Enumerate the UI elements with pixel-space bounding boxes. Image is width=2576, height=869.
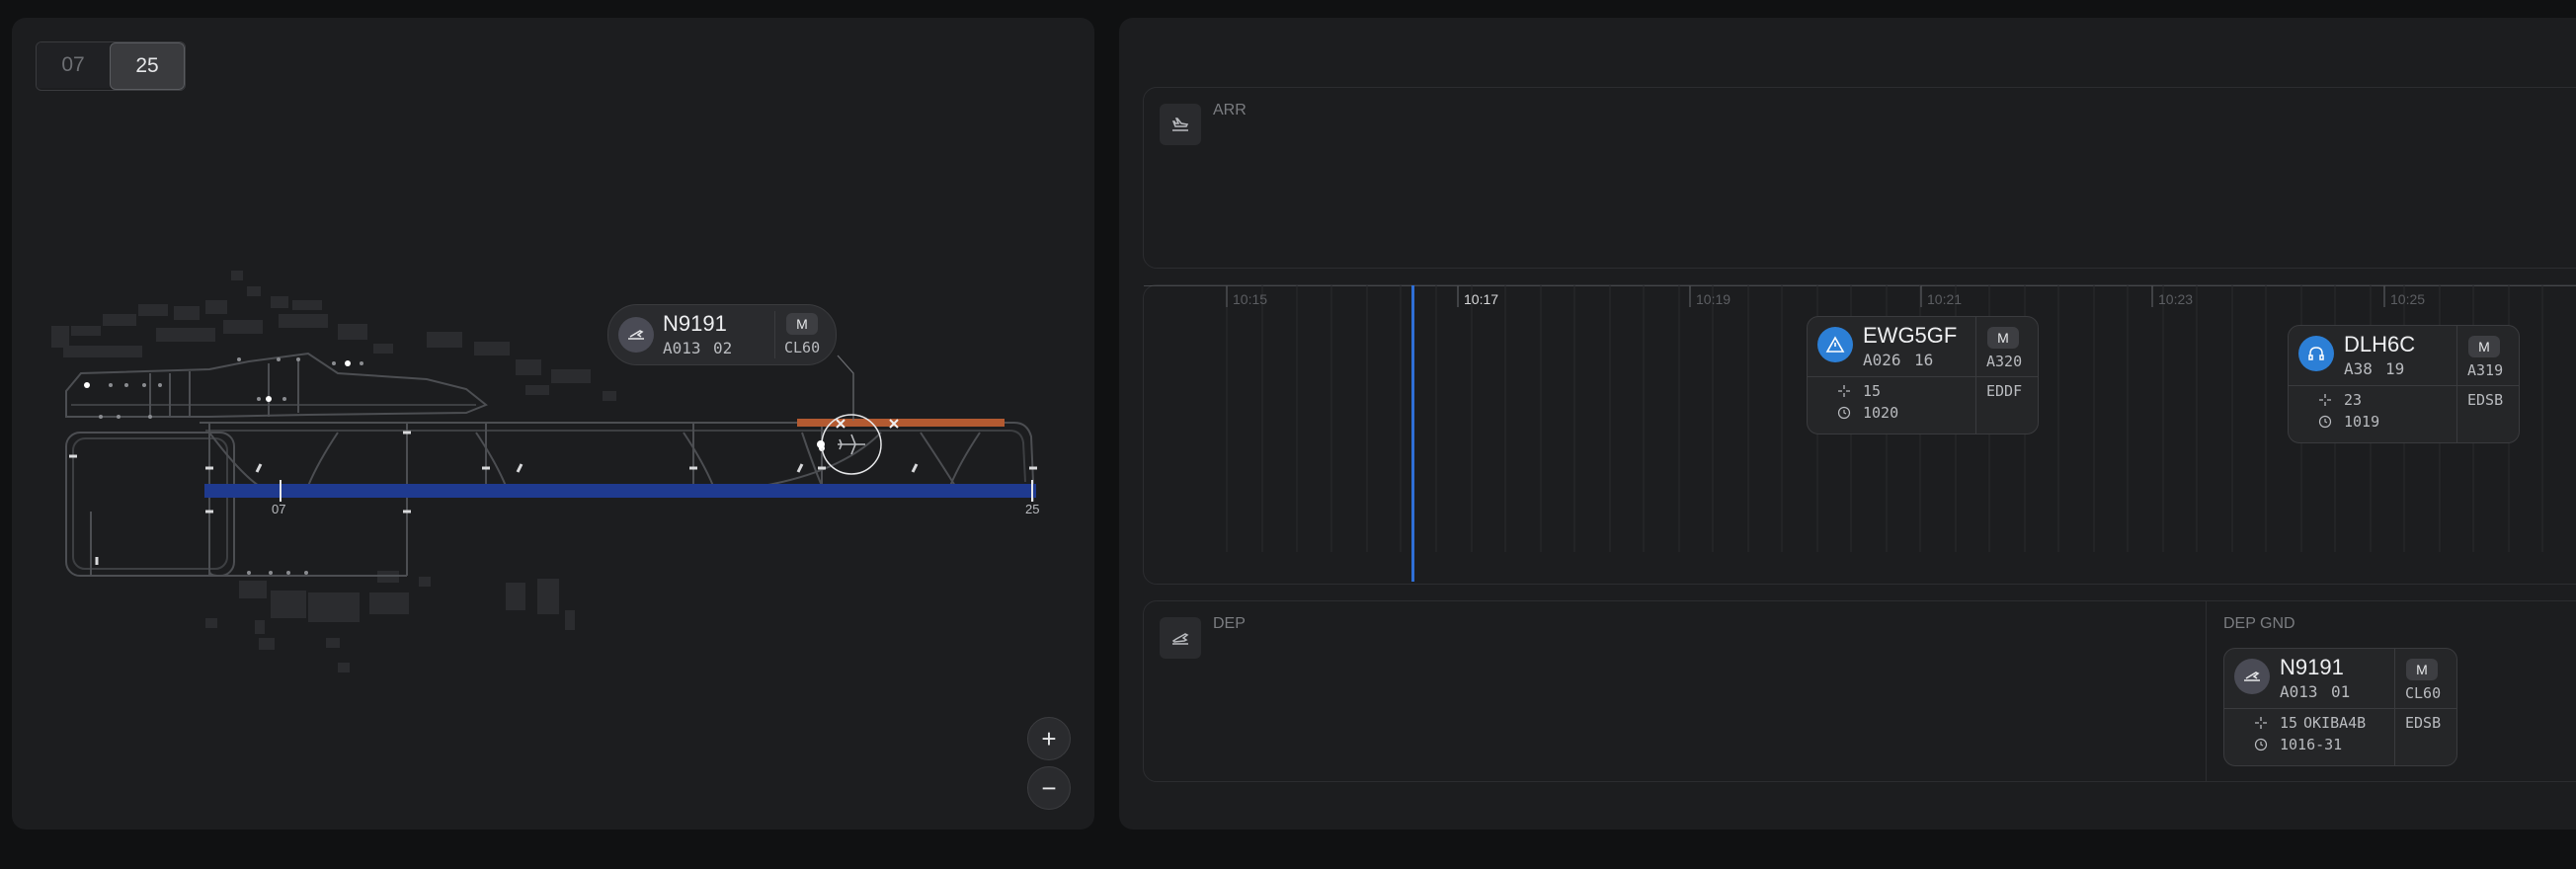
strip-runway-hold: 23 xyxy=(2344,391,2363,409)
strip-seq: 01 xyxy=(2331,682,2351,701)
dep-gnd-divider xyxy=(2206,601,2207,781)
runway-07-label: 07 xyxy=(272,502,286,516)
timeline-tick: 10:23 xyxy=(2158,291,2194,307)
strip-time: 1020 xyxy=(1863,404,1899,422)
runway-25-label: 25 xyxy=(1025,502,1040,516)
crosshair-icon xyxy=(2318,393,2332,407)
strip-aircraft-type: CL60 xyxy=(2405,684,2442,702)
strip-seq: 16 xyxy=(1914,351,1934,369)
strip-destination: EDDF xyxy=(1986,382,2023,400)
timeline-tick: 10:15 xyxy=(1233,291,1268,307)
dep-section-label: DEP xyxy=(1213,615,1246,632)
strip-wake-badge: M xyxy=(2468,336,2500,357)
crosshair-icon xyxy=(1837,384,1851,398)
sequence-timeline-panel: ARR 10:15 10:17 10:19 10:21 10:23 10:25 … xyxy=(1119,18,2576,830)
dep-gnd-label: DEP GND xyxy=(2223,615,2295,632)
current-time-line xyxy=(1411,285,1414,582)
zoom-out-button[interactable]: − xyxy=(1027,766,1071,810)
taxiways xyxy=(65,352,1034,577)
strip-runway-hold: 15 xyxy=(1863,382,1882,400)
strip-callsign: N9191 xyxy=(2280,655,2344,679)
gate-dots xyxy=(99,357,363,575)
strip-wake-badge: M xyxy=(2406,659,2438,680)
strip-destination: EDSB xyxy=(2467,391,2504,409)
strip-callsign: EWG5GF xyxy=(1863,323,1958,348)
map-tag-callsign: N9191 xyxy=(663,311,727,336)
strip-gate: A026 xyxy=(1863,351,1901,369)
arr-section[interactable]: ARR xyxy=(1143,87,2576,269)
strip-gate: A38 xyxy=(2344,359,2373,378)
arr-section-label: ARR xyxy=(1213,102,1247,118)
airport-diagram xyxy=(51,271,1037,672)
strip-aircraft-type: A320 xyxy=(1986,353,2023,370)
buildings xyxy=(51,271,616,672)
strip-runway-hold: 15 xyxy=(2280,714,2298,732)
aircraft-icon[interactable] xyxy=(838,434,865,455)
strip-aircraft-type: A319 xyxy=(2467,361,2504,379)
hold-bars xyxy=(69,431,1037,565)
zoom-in-button[interactable]: + xyxy=(1027,717,1071,760)
departure-plane-icon xyxy=(618,317,654,353)
clock-icon xyxy=(2254,738,2268,751)
map-tag-aircraft-type: CL60 xyxy=(784,339,821,356)
clock-icon xyxy=(1837,406,1851,420)
strip-destination: EDSB xyxy=(2405,714,2442,732)
departure-plane-icon xyxy=(2234,659,2270,694)
timeline-tick: 10:17 xyxy=(1464,291,1499,307)
strip-wake-badge: M xyxy=(1987,327,2019,349)
landing-plane-icon xyxy=(1160,104,1201,145)
strip-sid: OKIBA4B xyxy=(2303,714,2367,732)
strip-gate: A013 xyxy=(2280,682,2318,701)
flight-strip-dlh6c[interactable]: DLH6C A38 19 M A319 23 1019 EDSB xyxy=(2288,325,2520,443)
strip-time: 1019 xyxy=(2344,413,2380,431)
map-tag-seq: 02 xyxy=(713,339,733,357)
strip-callsign: DLH6C xyxy=(2344,332,2416,356)
timeline-tick: 10:19 xyxy=(1696,291,1731,307)
flight-strip-n9191[interactable]: N9191 A013 01 M CL60 15 OKIBA4B 1016-31 … xyxy=(2223,648,2457,766)
crosshair-icon xyxy=(2254,716,2268,730)
timeline-tick: 10:25 xyxy=(2390,291,2426,307)
map-tag-wake-badge: M xyxy=(786,313,818,335)
takeoff-plane-icon xyxy=(1160,617,1201,659)
strip-time: 1016-31 xyxy=(2280,736,2343,753)
clock-icon xyxy=(2318,415,2332,429)
timeline-tick: 10:21 xyxy=(1927,291,1963,307)
alert-triangle-icon xyxy=(1817,327,1853,362)
flight-strip-ewg5gf[interactable]: EWG5GF A026 16 M A320 15 1020 EDDF xyxy=(1807,316,2039,434)
runway-07-25 xyxy=(204,484,1036,498)
map-flight-tag[interactable]: N9191 A013 02 M CL60 xyxy=(607,304,837,365)
headset-icon xyxy=(2298,336,2334,371)
airport-map-panel[interactable]: 07 25 07 25 N9191 A013 02 M CL60 + − xyxy=(12,18,1094,830)
strip-seq: 19 xyxy=(2385,359,2405,378)
map-tag-gate: A013 xyxy=(663,339,701,357)
